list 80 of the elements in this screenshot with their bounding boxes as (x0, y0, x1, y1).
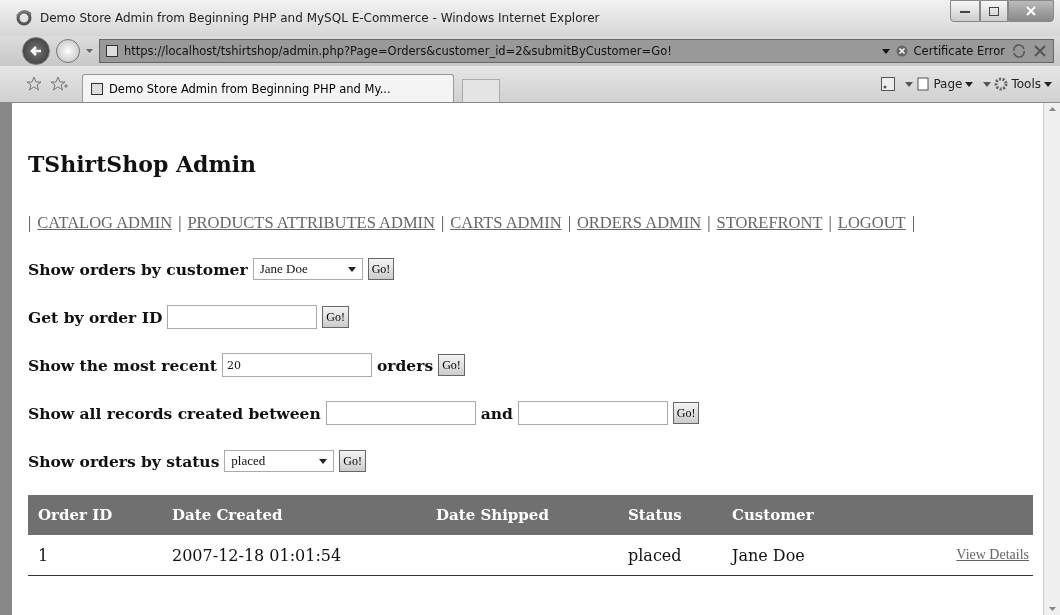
browser-tab[interactable]: Demo Store Admin from Beginning PHP and My... (82, 74, 454, 102)
browser-logo-icon (16, 10, 32, 26)
feed-icon[interactable] (881, 77, 896, 91)
caret-icon (905, 81, 914, 87)
separator-text: | (567, 213, 571, 233)
table-cell: Jane Doe (722, 535, 913, 576)
page-heading: TShirtShop Admin (28, 151, 258, 177)
nav-link[interactable]: ORDERS ADMIN (576, 213, 702, 233)
go-button[interactable]: Go! (367, 258, 395, 280)
scroll-up-icon[interactable] (1048, 107, 1056, 111)
input-field[interactable] (517, 401, 668, 425)
separator-text: | (28, 213, 32, 233)
form-label: Show the most recent (28, 355, 217, 375)
refresh-icon[interactable] (1011, 44, 1027, 58)
command-label: Tools (1011, 77, 1041, 91)
view-details-link[interactable]: View Details (956, 547, 1033, 563)
nav-link[interactable]: CARTS ADMIN (450, 213, 562, 233)
go-button[interactable]: Go! (322, 306, 350, 328)
gear-icon (994, 77, 1009, 91)
address-bar[interactable]: https://localhost/tshirtshop/admin.php?Page=Orders&customer_id=2&submitByCustomer=Go! Certificate Error (99, 39, 1054, 63)
certificate-error-text[interactable]: Certificate Error (913, 44, 1005, 58)
input-field[interactable]: 20 (222, 353, 372, 377)
separator-text: | (707, 213, 711, 233)
star-icon[interactable] (26, 76, 42, 92)
dropdown-arrow-icon (319, 458, 328, 464)
page-icon (91, 82, 103, 95)
column-header: Date Created (162, 495, 426, 535)
go-button[interactable]: Go! (672, 402, 700, 424)
nav-link[interactable]: STOREFRONT (716, 213, 823, 233)
column-header: Customer (722, 495, 913, 535)
close-icon (1026, 6, 1036, 16)
input-field[interactable] (167, 305, 318, 329)
go-button[interactable]: Go! (438, 354, 465, 376)
form-label: Show orders by customer (28, 259, 248, 279)
form-label: Show orders by status (28, 451, 220, 471)
separator-text: | (178, 213, 182, 233)
command-menu[interactable]: Tools (983, 77, 1052, 91)
window-title: Demo Store Admin from Beginning PHP and MySQL E-Commerce - Windows Internet Explorer (40, 11, 601, 25)
column-header: Order ID (28, 495, 162, 535)
nav-link[interactable]: PRODUCTS ATTRIBUTES ADMIN (187, 213, 435, 233)
column-header: Date Shipped (426, 495, 618, 535)
minimize-icon (960, 9, 970, 13)
dropdown[interactable]: placed (224, 450, 335, 472)
url-text: https://localhost/tshirtshop/admin.php?Page=Orders&customer_id=2&submitByCustomer=Go! (124, 44, 673, 58)
command-label: Page (933, 77, 963, 91)
scroll-down-icon[interactable] (1048, 607, 1056, 611)
form-label: Show all records created between (28, 403, 321, 423)
dropdown-arrow-icon[interactable] (86, 49, 93, 53)
star-plus-icon[interactable] (50, 76, 68, 92)
form-label: Get by order ID (28, 307, 163, 327)
table-cell: placed (618, 535, 722, 576)
arrow-left-icon (30, 45, 42, 57)
separator-text: | (441, 213, 445, 233)
column-header: Status (618, 495, 722, 535)
dropdown-arrow-icon (347, 266, 356, 272)
form-label: orders (377, 355, 434, 375)
error-icon (895, 45, 908, 57)
nav-link[interactable]: CATALOG ADMIN (37, 213, 173, 233)
dropdown[interactable]: Jane Doe (252, 258, 363, 280)
caret-icon (1044, 81, 1052, 87)
maximize-button[interactable] (980, 0, 1008, 22)
nav-link[interactable]: LOGOUT (837, 213, 906, 233)
table-cell: 2007-12-18 01:01:54 (162, 535, 426, 576)
input-field[interactable] (325, 401, 476, 425)
dropdown-arrow-icon[interactable] (881, 48, 890, 54)
forward-button[interactable] (56, 39, 80, 63)
page-icon (106, 45, 118, 57)
command-menu[interactable]: Page (905, 77, 974, 91)
table-cell: 1 (28, 535, 162, 576)
form-label: and (480, 403, 513, 423)
back-button[interactable] (22, 37, 50, 65)
maximize-icon (989, 6, 999, 16)
minimize-button[interactable] (950, 0, 980, 22)
scrollbar[interactable] (1043, 103, 1060, 615)
stop-icon[interactable] (1033, 44, 1047, 58)
separator-text: | (911, 213, 915, 233)
new-tab-button[interactable] (462, 79, 500, 102)
separator-text: | (828, 213, 832, 233)
go-button[interactable]: Go! (339, 450, 367, 472)
page-icon (916, 77, 931, 91)
